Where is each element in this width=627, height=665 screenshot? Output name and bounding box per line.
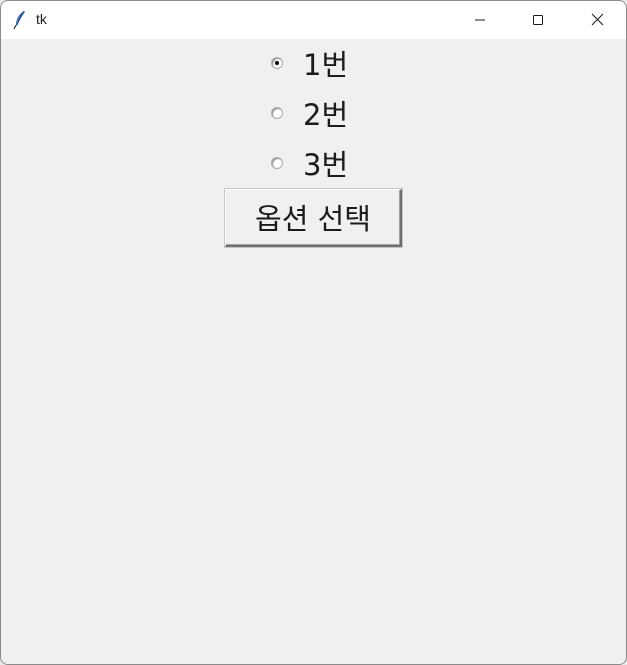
radio-label: 3번 (303, 148, 349, 182)
app-window: tk 1번 2번 3번 옵션 선택 (0, 0, 627, 665)
select-option-button[interactable]: 옵션 선택 (225, 189, 402, 247)
minimize-icon (474, 11, 486, 30)
close-button[interactable] (568, 1, 626, 39)
tk-feather-icon (13, 10, 29, 30)
title-bar[interactable]: tk (1, 1, 626, 39)
radio-button[interactable] (271, 157, 283, 169)
maximize-button[interactable] (509, 1, 567, 39)
maximize-icon (532, 11, 544, 30)
window-title: tk (36, 11, 47, 27)
main-content: 1번 2번 3번 옵션 선택 (1, 39, 626, 664)
radio-label: 2번 (303, 98, 349, 132)
radio-label: 1번 (303, 48, 349, 82)
radio-button[interactable] (271, 107, 283, 119)
radio-option-1[interactable]: 1번 (271, 45, 349, 82)
minimize-button[interactable] (451, 1, 509, 39)
close-icon (591, 11, 604, 30)
radio-option-2[interactable]: 2번 (271, 95, 349, 132)
radio-option-3[interactable]: 3번 (271, 145, 349, 182)
radio-button-checked[interactable] (271, 57, 283, 69)
